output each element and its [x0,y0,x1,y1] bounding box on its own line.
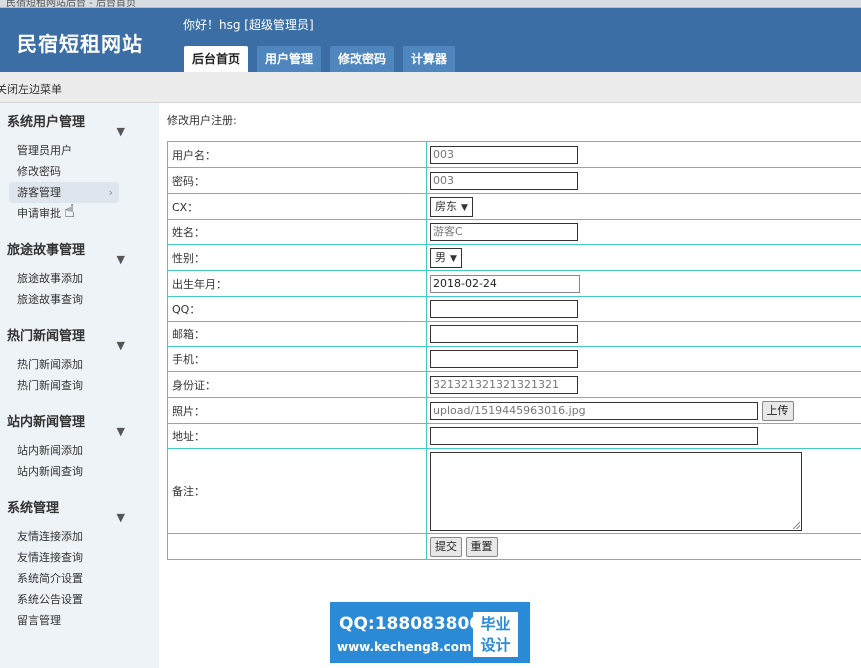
sidebar-item-application-approval[interactable]: 申请审批 [0,203,159,224]
qq-label: QQ： [167,296,427,322]
idcard-label: 身份证： [167,371,427,398]
toggle-left-menu-link[interactable]: 关闭左边菜单 [0,81,62,97]
cx-select[interactable]: 房东 ▼ [430,196,473,217]
sidebar-item-visitor-management[interactable]: 游客管理 › [9,182,119,203]
browser-tab-title[interactable]: 民宿短租网站后台 - 后台首页 [6,0,136,7]
watermark-qq: QQ:188083800 [339,614,482,634]
app-header: 民宿短租网站 你好！hsg [超级管理员] 后台首页 用户管理 修改密码 计算器 [0,8,861,72]
form-row-cx: CX： 房东 ▼ [167,193,861,220]
phone-field[interactable] [430,350,578,368]
sidebar: 系统用户管理 ▼ 管理员用户 修改密码 游客管理 › 申请审批 旅途故事管理 ▼ 旅途… [0,103,159,668]
submit-button[interactable]: 提交 [430,536,462,557]
tab-change-password[interactable]: 修改密码 [330,46,395,72]
reset-button[interactable]: 重置 [465,536,498,557]
dropdown-arrow-icon: ▼ [450,253,457,264]
sidebar-section-system-users: 系统用户管理 ▼ 管理员用户 修改密码 游客管理 › 申请审批 [0,103,159,231]
form-row-birth: 出生年月： 2018-02-24 [167,270,861,297]
form-row-address: 地址： [167,423,861,449]
sidebar-item-query-story[interactable]: 旅途故事查询 [0,289,159,310]
address-label: 地址： [167,423,427,449]
form-row-phone: 手机： [167,346,861,372]
chevron-right-icon: › [108,186,113,199]
sidebar-section-title[interactable]: 热门新闻管理 ▼ [0,317,159,352]
watermark-banner: QQ:188083800 www.kecheng8.com 毕业 设计 [330,602,530,663]
tab-user-management[interactable]: 用户管理 [257,46,322,72]
site-logo: 民宿短租网站 [17,32,143,56]
toolbar: 关闭左边菜单 [0,72,861,103]
sidebar-section-title[interactable]: 旅途故事管理 ▼ [0,231,159,266]
birth-date-field[interactable]: 2018-02-24 [430,274,580,293]
sidebar-item-add-site-news[interactable]: 站内新闻添加 [0,440,159,461]
sidebar-item-admin-users[interactable]: 管理员用户 [0,140,159,161]
sidebar-item-query-link[interactable]: 友情连接查询 [0,547,159,568]
phone-label: 手机： [167,346,427,372]
sidebar-item-add-story[interactable]: 旅途故事添加 [0,268,159,289]
sidebar-item-query-site-news[interactable]: 站内新闻查询 [0,461,159,482]
photo-path-field[interactable]: upload/1519445963016.jpg [430,401,758,420]
qq-field[interactable] [430,300,578,318]
password-label: 密码： [167,167,427,194]
sidebar-item-messages[interactable]: 留言管理 [0,610,159,631]
user-greeting: 你好！hsg [超级管理员] [183,18,314,32]
sidebar-item-add-link[interactable]: 友情连接添加 [0,526,159,547]
main-content: 修改用户注册: 用户名： 003 密码： 003 CX： 房东 ▼ 姓名： 游客C… [159,103,861,668]
username-field[interactable]: 003 [430,145,578,164]
tab-home[interactable]: 后台首页 [184,46,249,72]
name-label: 姓名： [167,219,427,245]
email-label: 邮箱： [167,321,427,347]
photo-label: 照片： [167,397,427,424]
tab-calculator[interactable]: 计算器 [403,46,456,72]
sidebar-section-title[interactable]: 系统用户管理 ▼ [0,103,159,138]
upload-button[interactable]: 上传 [761,400,794,421]
hand-cursor-icon: ☝ [64,201,75,222]
form-row-photo: 照片： upload/1519445963016.jpg 上传 [167,397,861,424]
dropdown-arrow-icon: ▼ [461,202,468,213]
sidebar-section-system: 系统管理 ▼ 友情连接添加 友情连接查询 系统简介设置 系统公告设置 留言管理 [0,489,159,638]
address-field[interactable] [430,427,758,445]
top-nav-tabs: 后台首页 用户管理 修改密码 计算器 [184,46,456,72]
watermark-url: www.kecheng8.com [337,640,472,654]
browser-tab-strip: 民宿短租网站后台 - 后台首页 [0,0,861,8]
cx-label: CX： [167,193,427,220]
sidebar-item-query-hot-news[interactable]: 热门新闻查询 [0,375,159,396]
form-row-password: 密码： 003 [167,167,861,194]
sidebar-item-add-hot-news[interactable]: 热门新闻添加 [0,354,159,375]
gender-select[interactable]: 男 ▼ [430,247,462,268]
form-row-gender: 性别： 男 ▼ [167,244,861,271]
form-row-actions: 提交 重置 [167,533,861,560]
form-row-idcard: 身份证： 321321321321321321 [167,371,861,398]
username-label: 用户名： [167,141,427,168]
form-row-name: 姓名： 游客C [167,219,861,245]
form-row-qq: QQ： [167,296,861,322]
sidebar-section-title[interactable]: 系统管理 ▼ [0,489,159,524]
form-row-username: 用户名： 003 [167,141,861,168]
page-title: 修改用户注册: [167,114,237,127]
sidebar-section-hot-news: 热门新闻管理 ▼ 热门新闻添加 热门新闻查询 [0,317,159,403]
sidebar-item-change-password[interactable]: 修改密码 [0,161,159,182]
watermark-badge: 毕业 设计 [473,612,518,657]
sidebar-section-travel-stories: 旅途故事管理 ▼ 旅途故事添加 旅途故事查询 [0,231,159,317]
form-row-email: 邮箱： [167,321,861,347]
name-field[interactable]: 游客C [430,223,578,241]
sidebar-section-site-news: 站内新闻管理 ▼ 站内新闻添加 站内新闻查询 [0,403,159,489]
remark-label: 备注： [167,448,427,534]
sidebar-item-system-intro[interactable]: 系统简介设置 [0,568,159,589]
idcard-field[interactable]: 321321321321321321 [430,375,578,394]
user-edit-form: 用户名： 003 密码： 003 CX： 房东 ▼ 姓名： 游客C 性别： 男 ▼ … [167,141,861,560]
gender-label: 性别： [167,244,427,271]
email-field[interactable] [430,325,578,343]
password-field[interactable]: 003 [430,171,578,190]
sidebar-item-system-notice[interactable]: 系统公告设置 [0,589,159,610]
form-row-remark: 备注： [167,448,861,534]
sidebar-section-title[interactable]: 站内新闻管理 ▼ [0,403,159,438]
remark-textarea[interactable] [430,452,802,531]
birth-label: 出生年月： [167,270,427,297]
